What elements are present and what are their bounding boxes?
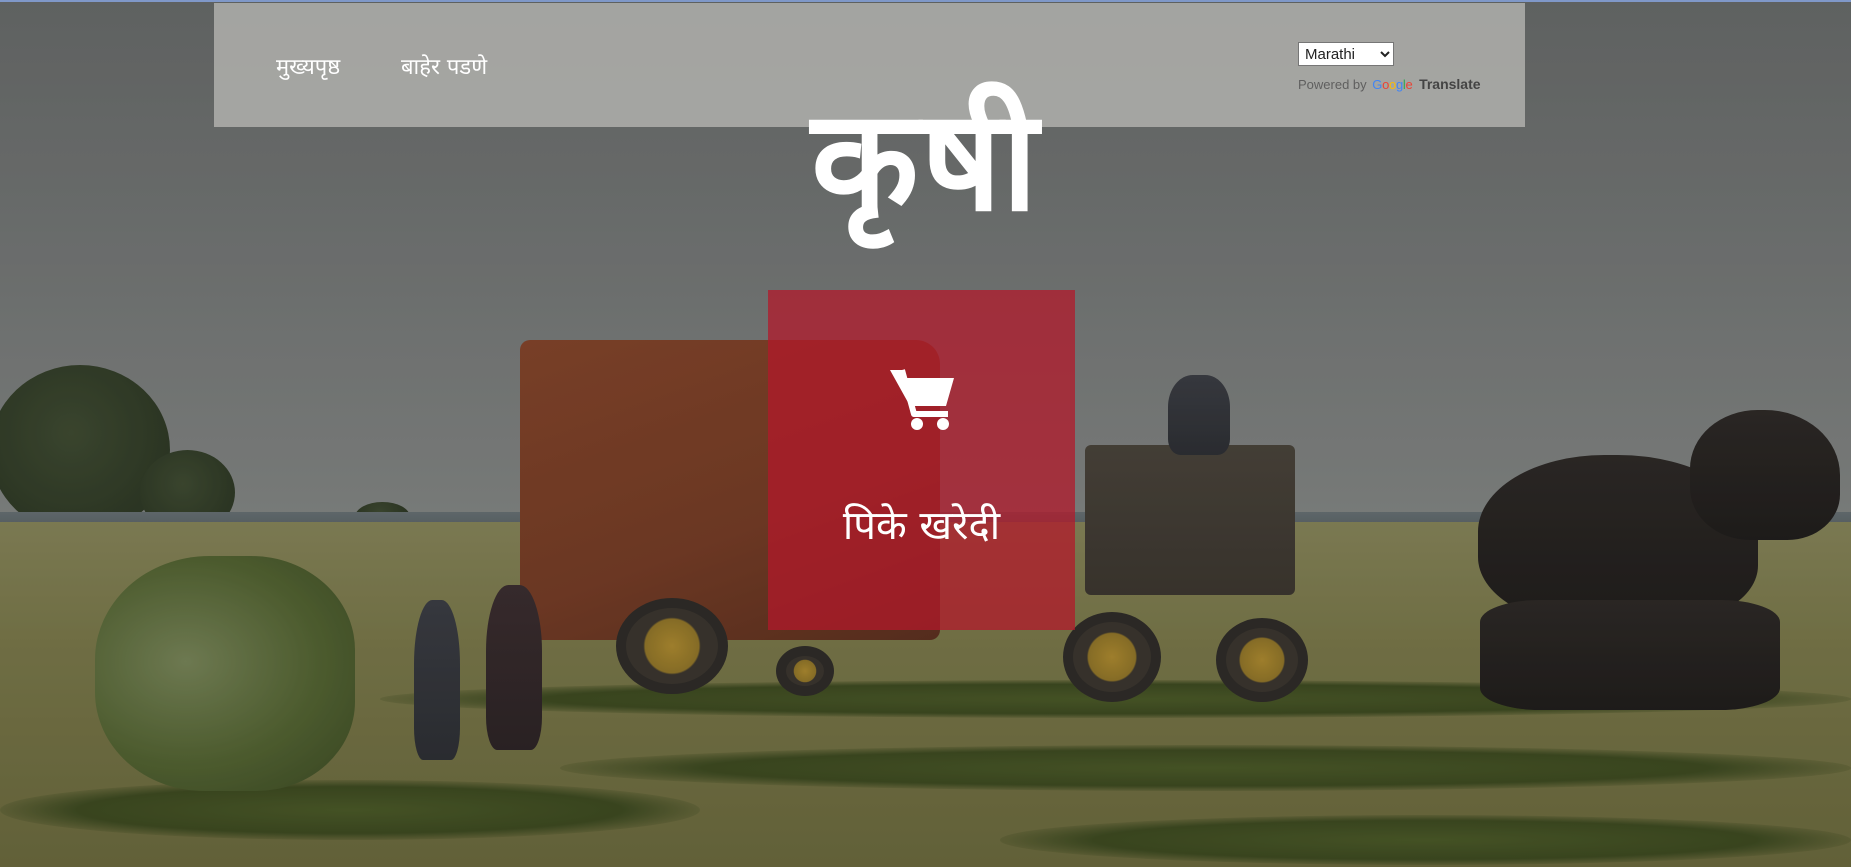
buy-crops-label: पिके खरेदी <box>842 503 1001 549</box>
language-select[interactable]: Marathi <box>1298 42 1394 66</box>
shopping-cart-icon <box>890 369 954 430</box>
nav-home-link[interactable]: मुख्यपृष्ठ <box>276 51 340 81</box>
page-title: कृषी <box>811 80 1040 243</box>
nav-logout-link[interactable]: बाहेर पडणे <box>401 51 487 81</box>
buy-crops-tile[interactable]: पिके खरेदी <box>768 290 1075 630</box>
browser-top-line <box>0 0 1851 2</box>
